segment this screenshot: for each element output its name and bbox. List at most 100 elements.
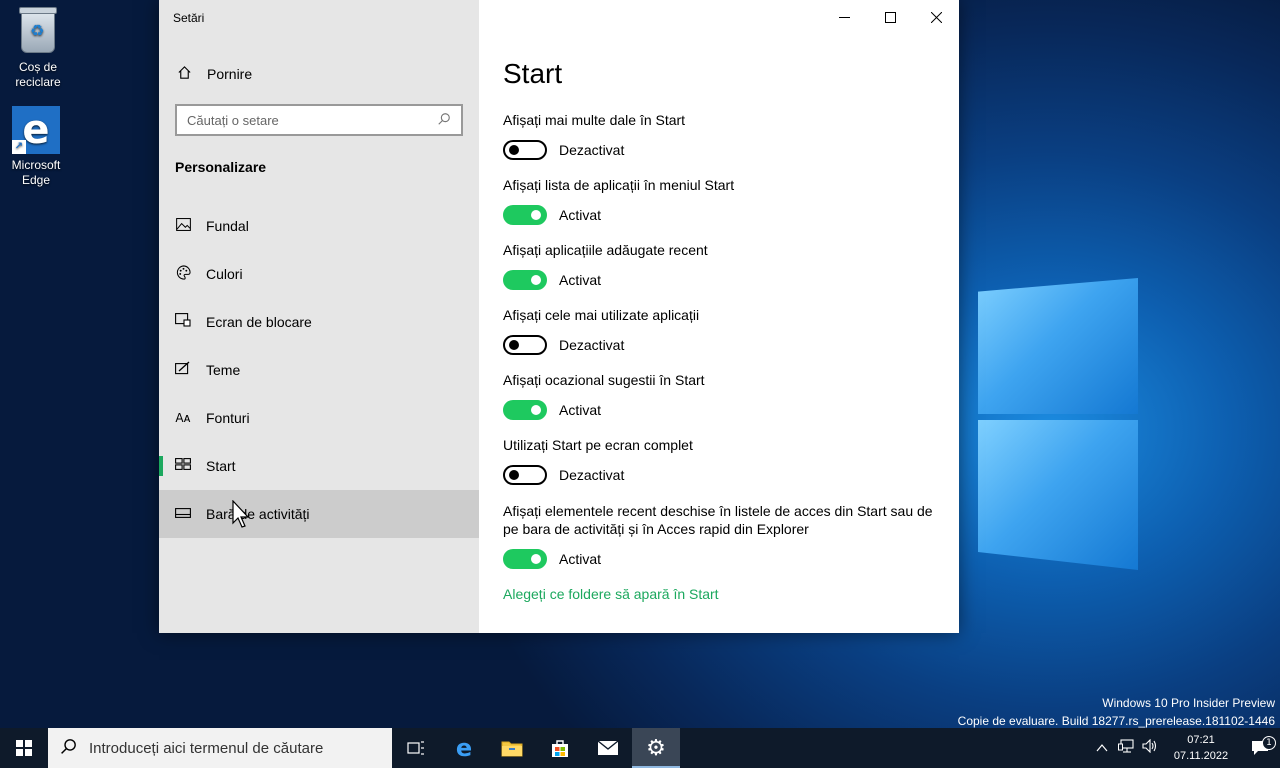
recycle-bin-icon: ♻ (14, 7, 62, 56)
task-view-button[interactable] (392, 728, 440, 768)
network-icon[interactable] (1114, 739, 1138, 757)
store-icon (552, 740, 568, 757)
notification-count-badge: 1 (1262, 736, 1276, 750)
sidebar-item-label: Bară de activități (206, 506, 310, 522)
section-title: Personalizare (175, 159, 267, 175)
evaluation-watermark: Windows 10 Pro Insider Preview Copie de … (958, 694, 1275, 730)
toggle-switch[interactable] (503, 549, 547, 569)
windows-logo-wallpaper (960, 268, 1150, 588)
picture-icon (175, 217, 191, 235)
clock-time: 07:21 (1187, 734, 1215, 746)
taskbar-icon (175, 506, 191, 522)
toggle-state: Activat (559, 551, 602, 567)
sidebar-item-label: Teme (206, 362, 241, 378)
taskbar-file-explorer-button[interactable] (488, 728, 536, 768)
action-center-button[interactable]: 1 (1240, 736, 1280, 756)
sidebar-item-label: Fonturi (206, 410, 250, 426)
desktop-icon-label: Microsoft Edge (11, 158, 61, 187)
setting-app-list: Afișați lista de aplicații în meniul Sta… (503, 176, 943, 225)
system-tray: 07:21 07.11.2022 1 (1090, 728, 1280, 768)
sidebar: Setări Pornire Personalizare Fundal (159, 0, 479, 633)
setting-label: Afișați lista de aplicații în meniul Sta… (503, 177, 735, 193)
taskbar-search-placeholder: Introduceți aici termenul de căutare (89, 739, 324, 757)
mouse-cursor-icon (232, 499, 252, 530)
sidebar-item-colors[interactable]: Culori (159, 250, 479, 298)
toggle-state: Dezactivat (559, 467, 625, 483)
choose-folders-link[interactable]: Alegeți ce foldere să apară în Start (503, 586, 719, 602)
page-title: Start (503, 58, 563, 89)
toggle-state: Activat (559, 402, 602, 418)
window-controls (821, 0, 959, 34)
setting-label: Afișați aplicațiile adăugate recent (503, 242, 708, 258)
search-icon (60, 738, 77, 759)
sidebar-item-label: Ecran de blocare (206, 314, 312, 330)
setting-most-used: Afișați cele mai utilizate aplicații Dez… (503, 306, 943, 355)
toggle-state: Dezactivat (559, 142, 625, 158)
taskbar-search-box[interactable]: Introduceți aici termenul de căutare (48, 728, 392, 768)
sidebar-item-label: Pornire (207, 66, 253, 82)
palette-icon (175, 264, 191, 284)
setting-label: Afișați cele mai utilizate aplicații (503, 307, 700, 323)
taskbar-settings-button[interactable]: ⚙ (632, 728, 680, 768)
maximize-button[interactable] (867, 0, 913, 34)
toggle-switch[interactable] (503, 270, 547, 290)
close-button[interactable] (913, 0, 959, 34)
settings-search-box[interactable] (175, 104, 463, 136)
sidebar-item-taskbar[interactable]: Bară de activități (159, 490, 479, 538)
search-input[interactable] (187, 112, 437, 128)
toggle-switch[interactable] (503, 140, 547, 160)
toggle-switch[interactable] (503, 400, 547, 420)
gear-icon: ⚙ (646, 735, 666, 761)
volume-icon[interactable] (1138, 738, 1162, 757)
minimize-button[interactable] (821, 0, 867, 34)
clock-date: 07.11.2022 (1173, 750, 1229, 762)
settings-window: Setări Pornire Personalizare Fundal (159, 0, 959, 633)
windows-start-icon (16, 740, 32, 756)
toggle-switch[interactable] (503, 205, 547, 225)
edge-icon: e ↗ (12, 106, 60, 154)
setting-recently-added: Afișați aplicațiile adăugate recent Acti… (503, 241, 943, 290)
sidebar-item-label: Fundal (206, 218, 249, 234)
chevron-up-icon[interactable] (1090, 741, 1114, 756)
search-icon[interactable] (437, 112, 451, 129)
sidebar-item-background[interactable]: Fundal (159, 202, 479, 250)
setting-suggestions: Afișați ocazional sugestii în Start Acti… (503, 371, 943, 420)
desktop-icon-label: Coș de reciclare (15, 60, 61, 89)
setting-label: Afișați mai multe dale în Start (503, 112, 686, 128)
sidebar-item-start[interactable]: Start (159, 442, 479, 490)
start-button[interactable] (0, 728, 48, 768)
task-view-icon (407, 741, 424, 755)
taskbar-clock[interactable]: 07:21 07.11.2022 (1162, 732, 1240, 764)
sidebar-item-fonts[interactable]: Aᴀ Fonturi (159, 394, 479, 442)
setting-full-screen: Utilizați Start pe ecran complet Dezacti… (503, 436, 943, 485)
home-icon (176, 65, 192, 84)
lock-screen-icon (175, 313, 191, 331)
desktop-icon-recycle-bin[interactable]: ♻ Coș de reciclare (2, 7, 74, 90)
setting-label: Utilizați Start pe ecran complet (503, 437, 693, 453)
setting-label: Afișați ocazional sugestii în Start (503, 372, 705, 388)
sidebar-item-themes[interactable]: Teme (159, 346, 479, 394)
mail-icon (597, 740, 619, 755)
taskbar-store-button[interactable] (536, 728, 584, 768)
taskbar-edge-button[interactable]: e (440, 728, 488, 768)
sidebar-item-lock-screen[interactable]: Ecran de blocare (159, 298, 479, 346)
toggle-state: Dezactivat (559, 337, 625, 353)
window-title: Setări (173, 11, 205, 25)
sidebar-item-label: Start (206, 458, 236, 474)
setting-recent-items: Afișați elementele recent deschise în li… (503, 502, 943, 569)
sidebar-item-home[interactable]: Pornire (159, 56, 479, 92)
edge-icon: e (455, 734, 473, 762)
toggle-state: Activat (559, 272, 602, 288)
sidebar-item-label: Culori (206, 266, 243, 282)
start-icon (175, 458, 191, 474)
folder-icon (501, 741, 523, 757)
sidebar-nav: Fundal Culori Ecran de blocare Teme Aᴀ F… (159, 202, 479, 538)
taskbar-apps: e ⚙ (392, 728, 680, 768)
taskbar: Introduceți aici termenul de căutare e ⚙ (0, 728, 1280, 768)
taskbar-mail-button[interactable] (584, 728, 632, 768)
watermark-line: Windows 10 Pro Insider Preview (1102, 696, 1275, 710)
setting-more-tiles: Afișați mai multe dale în Start Dezactiv… (503, 111, 943, 160)
toggle-switch[interactable] (503, 465, 547, 485)
toggle-switch[interactable] (503, 335, 547, 355)
desktop-icon-edge[interactable]: e ↗ Microsoft Edge (0, 106, 72, 188)
